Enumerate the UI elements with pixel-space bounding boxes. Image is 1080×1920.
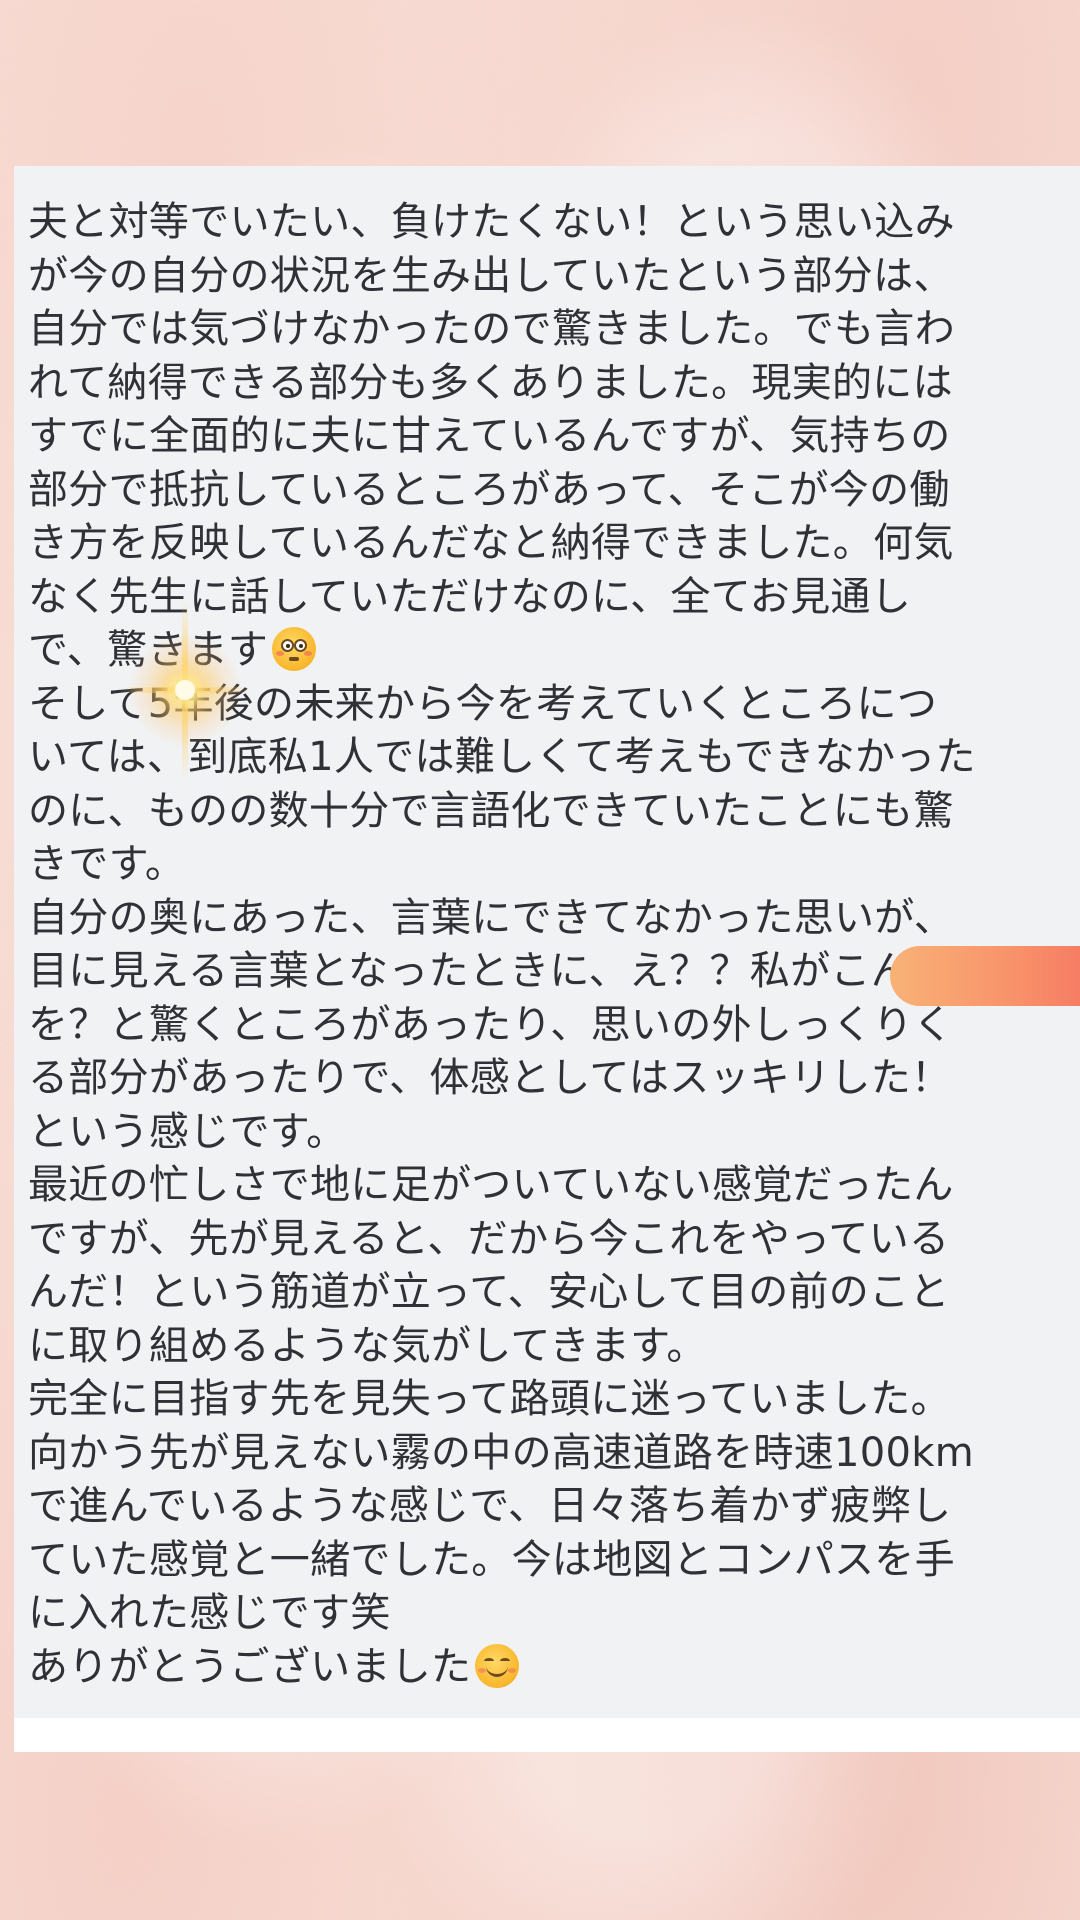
message-line: 完全に目指す先を見失って路頭に迷っていました。 [28,1373,1068,1427]
message-line-text: いては、到底私1人では難しくて考えもできなかった [28,734,976,780]
message-line: に取り組めるような気がしてきます。 [28,1320,1068,1374]
message-line: なく先生に話していただけなのに、全てお見通し [28,571,1068,625]
card-bottom-strip [14,1718,1080,1752]
message-line-text: 部分で抵抗しているところがあって、そこが今の働 [28,466,950,513]
message-line-text: 完全に目指す先を見失って路頭に迷っていました。 [28,1376,951,1422]
message-line: すでに全面的に夫に甘えているんですが、気持ちの [28,410,1068,464]
message-line: いては、到底私1人では難しくて考えもできなかった [28,731,1068,785]
message-line-text: ていた感覚と一緒でした。今は地図とコンパスを手 [28,1536,955,1583]
message-line-text: に取り組めるような気がしてきます。 [28,1322,707,1369]
message-line: ですが、先が見えると、だから今これをやっている [28,1213,1068,1267]
message-line-text: ありがとうございました [28,1643,472,1690]
message-line-text: が今の自分の状況を生み出していたという部分は、 [28,252,954,299]
message-line-text: 夫と対等でいたい、負けたくない！という思い込み [28,199,955,245]
highlight-pill [890,946,1080,1006]
message-line-text: に入れた感じです笑 [28,1590,391,1636]
message-line: のに、ものの数十分で言語化できていたことにも驚 [28,785,1068,839]
text-fade [14,1698,1080,1718]
message-line-text: を？と驚くところがあったり、思いの外しっくりく [28,1001,954,1048]
message-line: を？と驚くところがあったり、思いの外しっくりく [28,999,1068,1053]
message-line: 自分の奥にあった、言葉にできてなかった思いが、 [28,892,1068,946]
message-line-text: き方を反映しているんだなと納得できました。何気 [28,520,954,566]
message-line-text: る部分があったりで、体感としてはスッキリした！ [28,1055,952,1101]
message-line: き方を反映しているんだなと納得できました。何気 [28,517,1068,571]
message-line: で、驚きます [28,624,1068,678]
message-line: んだ！という筋道が立って、安心して目の前のこと [28,1266,1068,1320]
message-line: に入れた感じです笑 [28,1587,1068,1641]
message-line-text: という感じです。 [28,1108,347,1155]
message-line: 部分で抵抗しているところがあって、そこが今の働 [28,464,1068,518]
message-line: そして5年後の未来から今を考えていくところにつ [28,678,1068,732]
message-line: れて納得できる部分も多くありました。現実的には [28,357,1068,411]
message-line-text: すでに全面的に夫に甘えているんですが、気持ちの [28,413,951,459]
message-line-text: そして5年後の未来から今を考えていくところにつ [28,680,938,727]
message-line-text: 目に見える言葉となったときに、え？？私がこんな [28,948,952,994]
message-line: ていた感覚と一緒でした。今は地図とコンパスを手 [28,1534,1068,1588]
flushed-face-emoji [272,627,317,671]
message-line-text: 自分の奥にあった、言葉にできてなかった思いが、 [28,894,955,941]
message-line: で進んでいるような感じで、日々落ち着かず疲弊し [28,1480,1068,1534]
message-text: 夫と対等でいたい、負けたくない！という思い込み が今の自分の状況を生み出していたと… [28,196,1068,1694]
message-line: ありがとうございました [28,1641,1068,1695]
message-line: 夫と対等でいたい、負けたくない！という思い込み [28,196,1068,250]
message-line-text: 向かう先が見えない霧の中の高速道路を時速100km [28,1429,974,1476]
message-line: る部分があったりで、体感としてはスッキリした！ [28,1052,1068,1106]
message-line-text: ですが、先が見えると、だから今これをやっている [28,1215,950,1262]
message-line: 最近の忙しさで地に足がついていない感覚だったん [28,1159,1068,1213]
message-line: 向かう先が見えない霧の中の高速道路を時速100km [28,1427,1068,1481]
message-line: 自分では気づけなかったので驚きました。でも言わ [28,303,1068,357]
message-line-text: れて納得できる部分も多くありました。現実的には [28,359,953,406]
message-line-text: のに、ものの数十分で言語化できていたことにも驚 [28,787,954,834]
message-line-text: きです。 [28,841,186,887]
message-line-text: で進んでいるような感じで、日々落ち着かず疲弊し [28,1483,952,1529]
message-line: きです。 [28,838,1068,892]
message-line-text: 自分では気づけなかったので驚きました。でも言わ [28,306,955,352]
message-line-text: んだ！という筋道が立って、安心して目の前のこと [28,1269,950,1315]
smiling-face-emoji [475,1643,520,1688]
message-line-text: 最近の忙しさで地に足がついていない感覚だったん [28,1162,954,1208]
message-line-text: なく先生に話していただけなのに、全てお見通し [28,573,911,620]
message-line: が今の自分の状況を生み出していたという部分は、 [28,250,1068,304]
message-line-text: で、驚きます [28,627,269,673]
message-line: という感じです。 [28,1106,1068,1160]
